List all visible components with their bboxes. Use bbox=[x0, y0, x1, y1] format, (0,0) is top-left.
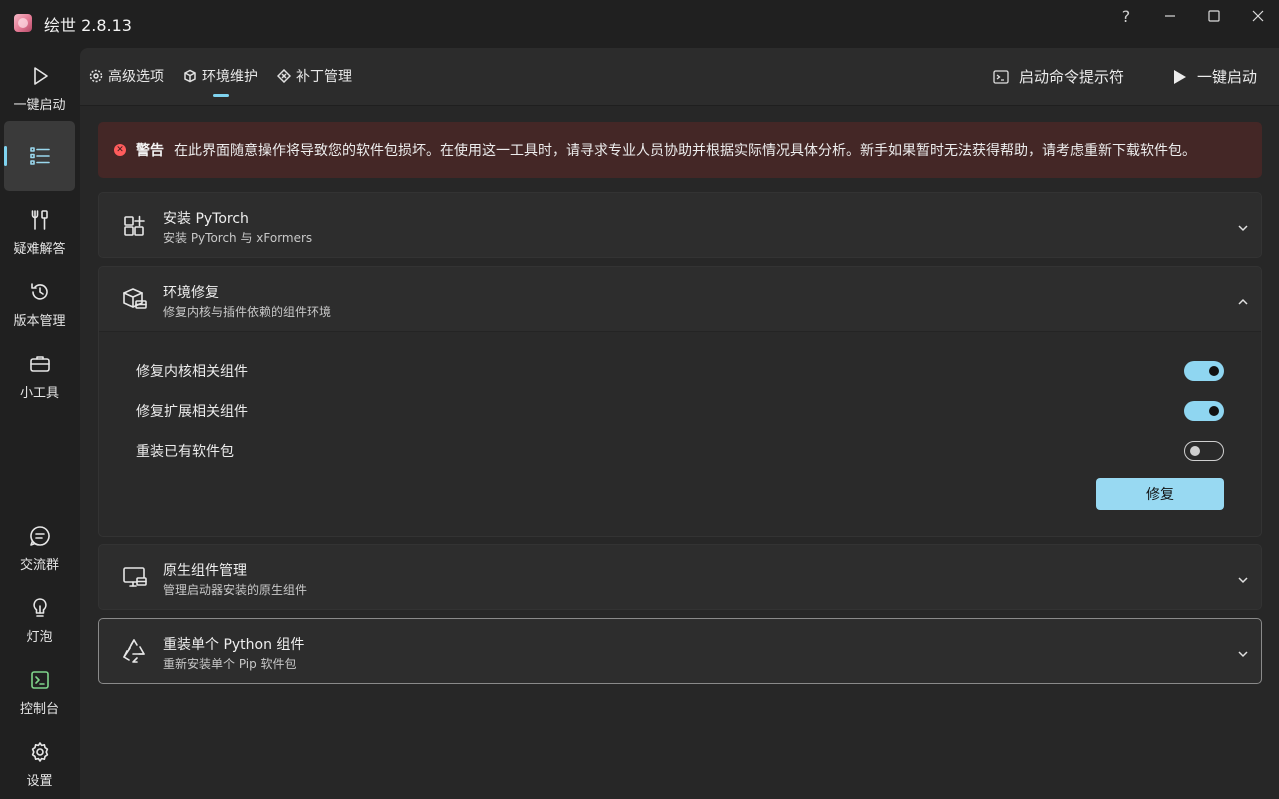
card-title: 环境修复 bbox=[163, 285, 219, 301]
tab-label: 高级选项 bbox=[108, 69, 164, 85]
help-button[interactable]: ? bbox=[1106, 2, 1146, 30]
patch-icon bbox=[277, 69, 291, 83]
chat-icon bbox=[28, 524, 52, 548]
sidebar: 一键启动 疑难解答 版本管理 小工具 交流群 灯泡 控制台 设置 bbox=[0, 48, 80, 799]
sidebar-item-label: 控制台 bbox=[19, 702, 59, 717]
tab-label: 环境维护 bbox=[202, 69, 258, 85]
close-button[interactable] bbox=[1238, 2, 1278, 30]
package-repair-icon bbox=[121, 285, 151, 315]
chevron-up-icon[interactable] bbox=[1237, 293, 1249, 305]
toggle-reinstall-packages[interactable] bbox=[1184, 441, 1224, 461]
card-subtitle: 安装 PyTorch 与 xFormers bbox=[163, 231, 313, 245]
card-subtitle: 重新安装单个 Pip 软件包 bbox=[163, 657, 297, 671]
card-header[interactable]: 原生组件管理 管理启动器安装的原生组件 bbox=[99, 545, 1261, 609]
play-icon bbox=[28, 64, 52, 88]
package-icon bbox=[184, 69, 196, 83]
title-bar: 绘世 2.8.13 ? bbox=[0, 0, 1279, 48]
warning-banner: ✕ 警告 在此界面随意操作将导致您的软件包损坏。在使用这一工具时，请寻求专业人员… bbox=[98, 122, 1262, 178]
sidebar-item-label: 交流群 bbox=[19, 558, 59, 573]
sidebar-item-settings[interactable]: 设置 bbox=[4, 740, 75, 789]
lightbulb-icon bbox=[28, 596, 52, 620]
main-panel: 高级选项 环境维护 补丁管理 启动命令提示符 一键启动 ✕ 警告 在此界面随意操… bbox=[80, 48, 1279, 799]
card-header[interactable]: 重装单个 Python 组件 重新安装单个 Pip 软件包 bbox=[99, 619, 1261, 683]
option-label: 修复内核相关组件 bbox=[136, 364, 248, 380]
monitor-package-icon bbox=[121, 563, 151, 593]
terminal-icon bbox=[993, 69, 1009, 84]
tab-label: 补丁管理 bbox=[296, 69, 352, 85]
maximize-icon bbox=[1208, 10, 1220, 22]
open-cmd-label: 启动命令提示符 bbox=[1019, 68, 1125, 86]
minimize-button[interactable] bbox=[1150, 2, 1190, 30]
maximize-button[interactable] bbox=[1194, 2, 1234, 30]
sidebar-item-bulb[interactable]: 灯泡 bbox=[4, 596, 75, 645]
minimize-icon bbox=[1165, 15, 1175, 17]
card-body: 修复内核相关组件 修复扩展相关组件 重装已有软件包 修复 bbox=[99, 331, 1261, 536]
option-label: 重装已有软件包 bbox=[136, 444, 234, 460]
card-header[interactable]: 环境修复 修复内核与插件依赖的组件环境 bbox=[99, 267, 1261, 331]
sidebar-item-community[interactable]: 交流群 bbox=[4, 524, 75, 573]
sidebar-item-launch[interactable]: 一键启动 bbox=[4, 64, 75, 113]
card-title: 重装单个 Python 组件 bbox=[163, 637, 305, 653]
tab-patches[interactable]: 补丁管理 bbox=[277, 66, 352, 86]
sidebar-item-troubleshoot[interactable]: 疑难解答 bbox=[4, 208, 75, 257]
repair-button[interactable]: 修复 bbox=[1096, 478, 1224, 510]
toolbox-icon bbox=[28, 352, 52, 376]
card-install-pytorch[interactable]: 安装 PyTorch 安装 PyTorch 与 xFormers bbox=[98, 192, 1262, 258]
tab-environment[interactable]: 环境维护 bbox=[183, 66, 258, 86]
app-logo-icon bbox=[14, 14, 32, 32]
sidebar-item-label: 一键启动 bbox=[13, 98, 66, 113]
card-reinstall-python-component[interactable]: 重装单个 Python 组件 重新安装单个 Pip 软件包 bbox=[98, 618, 1262, 684]
app-title: 绘世 2.8.13 bbox=[44, 16, 132, 35]
sidebar-item-label: 设置 bbox=[26, 774, 53, 789]
warning-title: 警告 bbox=[136, 143, 164, 159]
list-icon bbox=[28, 144, 52, 168]
warning-text: 在此界面随意操作将导致您的软件包损坏。在使用这一工具时，请寻求专业人员协助并根据… bbox=[174, 143, 1196, 159]
card-environment-repair: 环境修复 修复内核与插件依赖的组件环境 修复内核相关组件 修复扩展相关组件 重装… bbox=[98, 266, 1262, 537]
toggle-repair-core[interactable] bbox=[1184, 361, 1224, 381]
sidebar-item-environment[interactable] bbox=[4, 121, 75, 191]
launch-button[interactable]: 一键启动 bbox=[1173, 66, 1257, 87]
sidebar-item-label: 版本管理 bbox=[13, 314, 66, 329]
option-label: 修复扩展相关组件 bbox=[136, 404, 248, 420]
active-indicator bbox=[4, 146, 7, 166]
chevron-down-icon[interactable] bbox=[1237, 645, 1249, 658]
selected-tab-indicator bbox=[213, 94, 229, 97]
card-title: 安装 PyTorch bbox=[163, 211, 249, 227]
chevron-down-icon[interactable] bbox=[1237, 571, 1249, 584]
sidebar-item-versions[interactable]: 版本管理 bbox=[4, 280, 75, 329]
gear-icon bbox=[89, 69, 103, 83]
error-icon: ✕ bbox=[114, 144, 126, 156]
console-icon bbox=[28, 668, 52, 692]
toolbar: 高级选项 环境维护 补丁管理 启动命令提示符 一键启动 bbox=[80, 48, 1279, 106]
sidebar-item-label: 疑难解答 bbox=[13, 242, 66, 257]
card-header[interactable]: 安装 PyTorch 安装 PyTorch 与 xFormers bbox=[99, 193, 1261, 257]
card-title: 原生组件管理 bbox=[163, 563, 247, 579]
recycle-icon bbox=[121, 637, 151, 667]
card-subtitle: 修复内核与插件依赖的组件环境 bbox=[163, 305, 332, 319]
close-icon bbox=[1252, 10, 1264, 22]
sidebar-item-console[interactable]: 控制台 bbox=[4, 668, 75, 717]
open-cmd-button[interactable]: 启动命令提示符 bbox=[993, 66, 1124, 87]
card-subtitle: 管理启动器安装的原生组件 bbox=[163, 583, 308, 597]
sidebar-item-label: 小工具 bbox=[19, 386, 59, 401]
play-icon bbox=[1174, 69, 1186, 84]
chevron-down-icon[interactable] bbox=[1237, 219, 1249, 232]
sidebar-item-tools[interactable]: 小工具 bbox=[4, 352, 75, 401]
gear-icon bbox=[28, 740, 52, 764]
sidebar-item-label: 灯泡 bbox=[26, 630, 53, 645]
history-icon bbox=[28, 280, 52, 304]
toggle-repair-extensions[interactable] bbox=[1184, 401, 1224, 421]
launch-label: 一键启动 bbox=[1197, 68, 1258, 86]
card-native-components[interactable]: 原生组件管理 管理启动器安装的原生组件 bbox=[98, 544, 1262, 610]
apps-add-icon bbox=[121, 211, 151, 241]
tools-icon bbox=[28, 208, 52, 232]
tab-advanced-options[interactable]: 高级选项 bbox=[89, 66, 164, 86]
